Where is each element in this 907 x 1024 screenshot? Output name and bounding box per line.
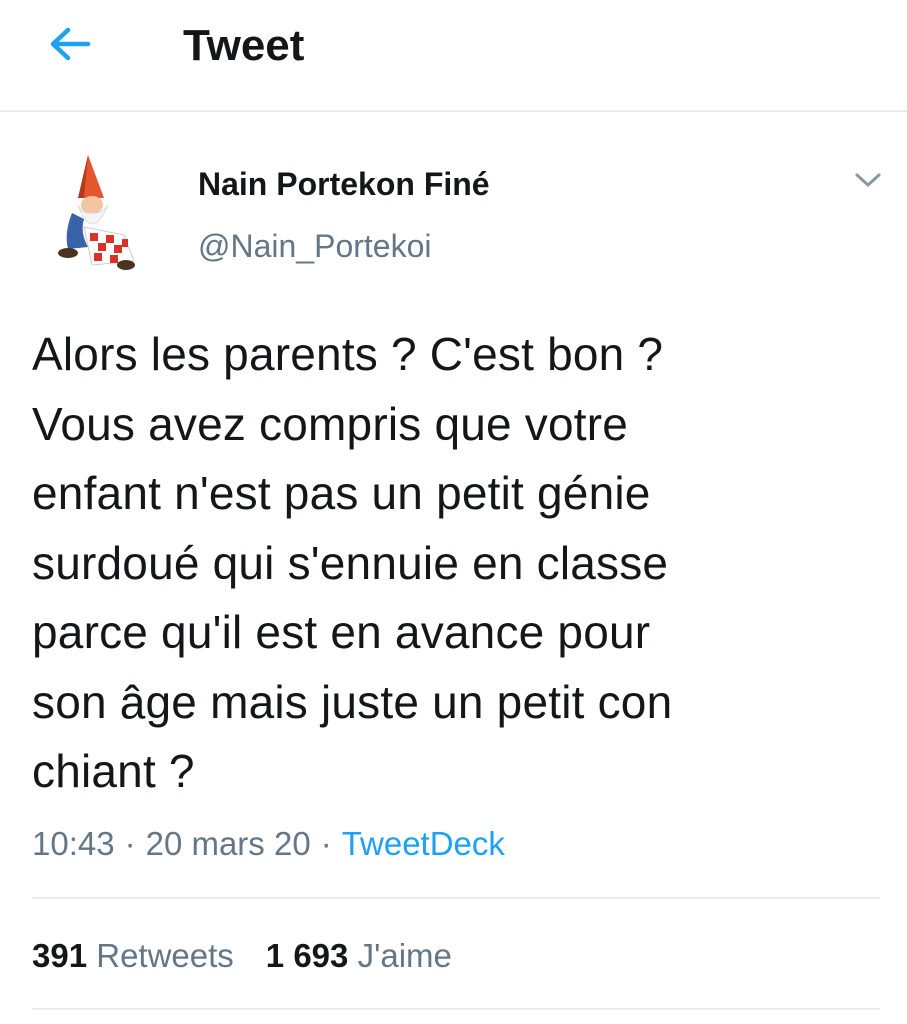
top-bar: Tweet — [0, 0, 907, 112]
divider — [32, 897, 880, 899]
meta-separator: · — [124, 825, 136, 862]
tweet-detail-page: Tweet Nain Portekon Finé @Nain_Portekoi … — [0, 0, 907, 1024]
retweets-count: 391 — [32, 937, 88, 974]
tweet-date[interactable]: 20 mars 20 — [146, 825, 311, 862]
avatar[interactable] — [28, 143, 166, 281]
likes-stat[interactable]: 1 693 J'aime — [266, 937, 452, 974]
tweet-text: Alors les parents ? C'est bon ? Vous ave… — [32, 328, 673, 797]
garden-gnome-avatar — [58, 155, 135, 270]
meta-separator: · — [320, 825, 332, 862]
author-name[interactable]: Nain Portekon Finé — [198, 164, 490, 204]
chevron-down-icon — [853, 170, 883, 195]
tweet-stats: 391 Retweets 1 693 J'aime — [32, 934, 452, 978]
likes-count: 1 693 — [265, 937, 349, 974]
author-handle[interactable]: @Nain_Portekoi — [198, 226, 431, 266]
tweet-meta: 10:43 · 20 mars 20 · TweetDeck — [32, 822, 505, 866]
tweet-time[interactable]: 10:43 — [32, 825, 115, 862]
page-title: Tweet — [183, 21, 305, 70]
retweets-stat[interactable]: 391 Retweets — [32, 937, 234, 974]
arrow-left-icon — [48, 26, 92, 67]
more-options-button[interactable] — [848, 166, 888, 198]
divider — [32, 1008, 880, 1010]
likes-label: J'aime — [357, 937, 452, 974]
back-button[interactable] — [40, 20, 100, 72]
tweet-source-link[interactable]: TweetDeck — [342, 825, 505, 862]
retweets-label: Retweets — [96, 937, 234, 974]
